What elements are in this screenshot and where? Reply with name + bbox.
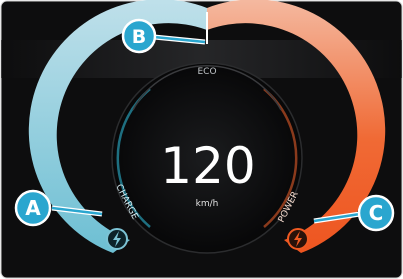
charge-lightning-bolt-icon [106, 228, 128, 250]
speed-unit: km/h [196, 199, 219, 209]
callout-b-letter: B [132, 26, 146, 48]
instrument-cluster: ECO 120 km/h CHARGE POWER A B C [0, 0, 403, 279]
power-lightning-bolt-icon [287, 228, 309, 250]
speed-value: 120 [160, 137, 255, 195]
callout-a-letter: A [25, 196, 41, 220]
eco-label: ECO [197, 67, 216, 77]
callout-c-letter: C [369, 201, 384, 225]
